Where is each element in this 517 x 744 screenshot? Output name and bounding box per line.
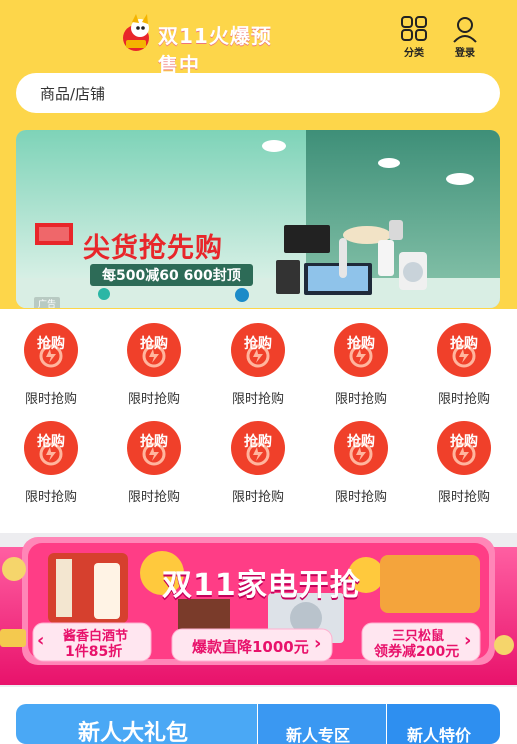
quick-link-7[interactable]: 抢购 限时抢购 — [114, 420, 194, 505]
promo-right-tag[interactable]: 三只松鼠 领券减200元 › — [362, 623, 480, 661]
event-logo[interactable]: 双11火爆预售中 — [118, 14, 288, 77]
quick-link-badge: 抢购 — [37, 434, 65, 450]
quick-link-badge: 抢购 — [37, 336, 65, 352]
quick-link-badge: 抢购 — [347, 434, 375, 450]
quick-link-badge: 抢购 — [244, 336, 272, 352]
quick-link-label: 限时抢购 — [437, 490, 490, 505]
user-icon — [453, 17, 477, 43]
quick-link-badge: 抢购 — [140, 336, 168, 352]
ad-tag: 广告 — [34, 297, 61, 308]
quick-link-badge: 抢购 — [450, 434, 478, 450]
quick-link-3[interactable]: 抢购 限时抢购 — [218, 322, 298, 407]
quick-link-2[interactable]: 抢购 限时抢购 — [114, 322, 194, 407]
promo-title: 双11家电开抢 — [162, 568, 361, 603]
chevron-right-icon: › — [314, 633, 322, 654]
promo-art — [0, 533, 517, 687]
category-button[interactable]: 分类 — [396, 16, 432, 60]
quick-link-label: 限时抢购 — [24, 392, 77, 407]
promo-left-line2: 1件85折 — [65, 644, 123, 660]
top-header-area: 双11火爆预售中 分类 登录 商品/店铺 尖货抢先购 每500减60 600封顶… — [0, 0, 517, 309]
tab-new-user-deals-label: 新人特价 — [407, 726, 472, 744]
tab-new-user-deals[interactable]: 新人特价 — [387, 704, 500, 744]
quick-link-label: 限时抢购 — [24, 490, 77, 505]
tab-new-user-zone[interactable]: 新人专区 — [258, 704, 386, 744]
quick-link-badge: 抢购 — [244, 434, 272, 450]
login-label: 登录 — [455, 48, 475, 59]
quick-link-label: 限时抢购 — [127, 490, 180, 505]
quick-link-10[interactable]: 抢购 限时抢购 — [424, 420, 504, 505]
new-user-tabs: 新人大礼包 新人专区 新人特价 — [16, 704, 500, 744]
search-bar[interactable] — [16, 73, 500, 115]
tab-new-user-gift[interactable]: 新人大礼包 — [16, 704, 257, 744]
banner-art — [16, 130, 500, 308]
chevron-right-icon: › — [464, 630, 472, 651]
login-button[interactable]: 登录 — [447, 16, 483, 60]
tab-new-user-zone-label: 新人专区 — [286, 726, 351, 744]
mascot-icon — [123, 14, 149, 51]
category-label: 分类 — [404, 48, 424, 59]
banner-subtitle: 每500减60 600封顶 — [90, 264, 253, 286]
quick-link-label: 限时抢购 — [334, 392, 387, 407]
quick-link-label: 限时抢购 — [231, 392, 284, 407]
quick-link-5[interactable]: 抢购 限时抢购 — [424, 322, 504, 407]
quick-link-1[interactable]: 抢购 限时抢购 — [11, 322, 91, 407]
promo-left-tag[interactable]: ‹ 酱香白酒节 1件85折 — [33, 623, 151, 661]
promo-center-text: 爆款直降1000元 — [192, 638, 309, 656]
promo-center-tag[interactable]: 爆款直降1000元 › — [172, 629, 332, 661]
quick-link-4[interactable]: 抢购 限时抢购 — [321, 322, 401, 407]
quick-link-9[interactable]: 抢购 限时抢购 — [321, 420, 401, 505]
quick-link-8[interactable]: 抢购 限时抢购 — [218, 420, 298, 505]
promo-banner[interactable]: 双11家电开抢 ‹ 酱香白酒节 1件85折 爆款直降1000元 › 三只松鼠 领… — [0, 533, 517, 687]
quick-link-label: 限时抢购 — [437, 392, 490, 407]
quick-link-badge: 抢购 — [140, 434, 168, 450]
category-grid-icon — [401, 16, 427, 41]
quick-link-6[interactable]: 抢购 限时抢购 — [11, 420, 91, 505]
quick-link-badge: 抢购 — [450, 336, 478, 352]
quick-link-label: 限时抢购 — [231, 490, 284, 505]
logo-text: 双11火爆预售中 — [158, 24, 272, 77]
chevron-left-icon: ‹ — [37, 630, 45, 651]
promo-right-line2: 领券减200元 — [374, 644, 460, 660]
banner-title: 尖货抢先购 — [83, 233, 223, 264]
tab-new-user-gift-label: 新人大礼包 — [78, 721, 189, 744]
search-input[interactable] — [38, 73, 482, 115]
quick-link-label: 限时抢购 — [334, 490, 387, 505]
quick-link-badge: 抢购 — [347, 336, 375, 352]
hero-banner[interactable]: 尖货抢先购 每500减60 600封顶 广告 — [16, 130, 500, 308]
quick-link-label: 限时抢购 — [127, 392, 180, 407]
